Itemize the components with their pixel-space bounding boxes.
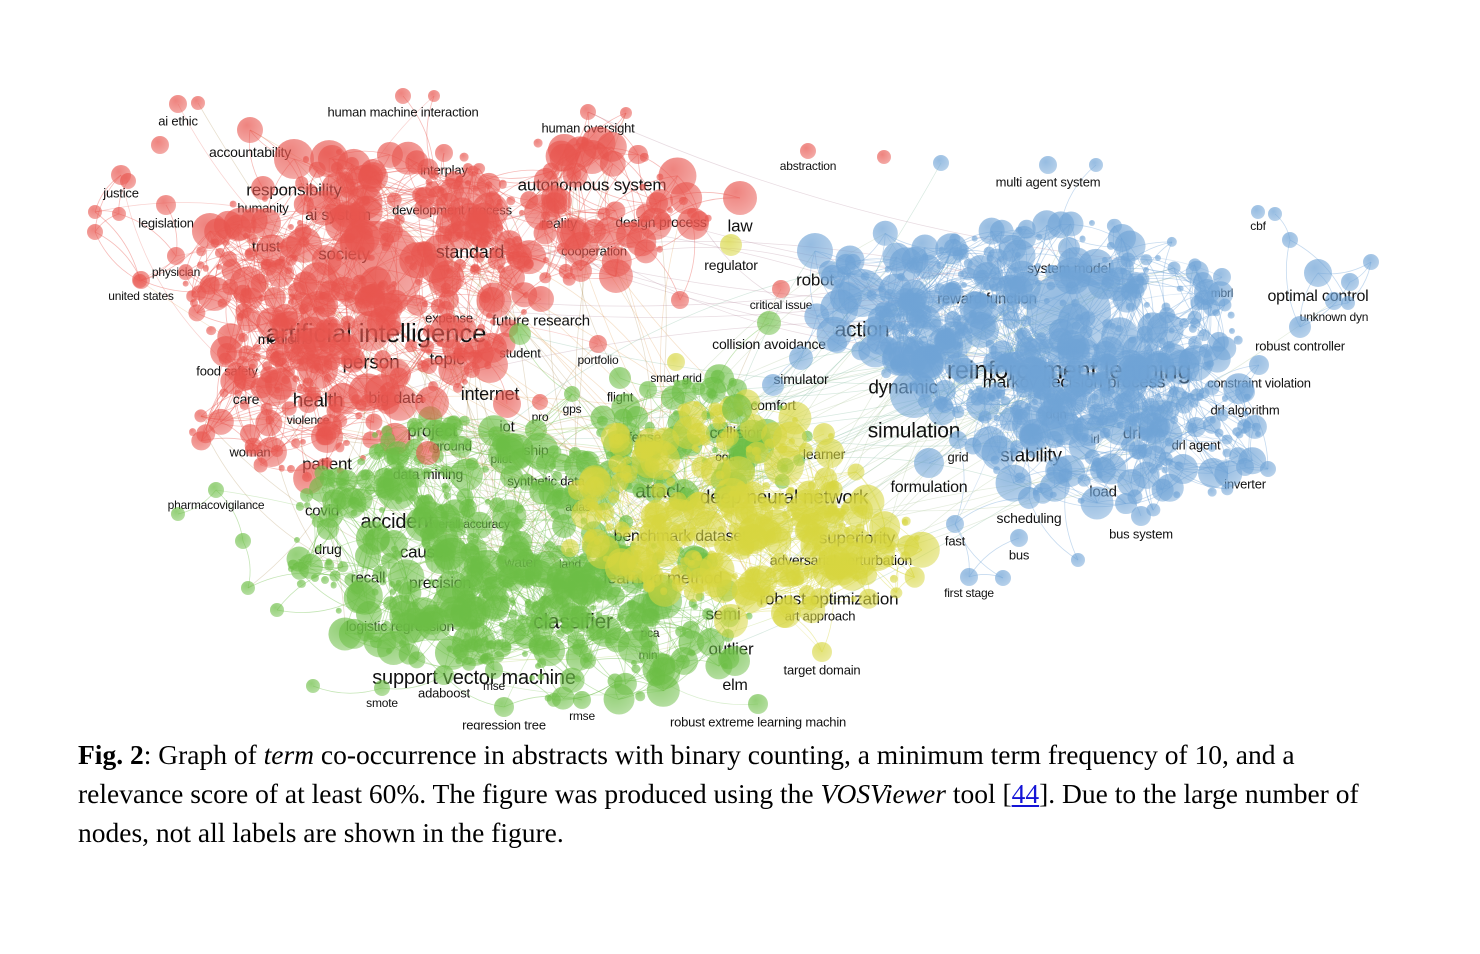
graph-edge — [1046, 224, 1131, 248]
graph-edge — [1274, 213, 1291, 241]
graph-edge — [1349, 261, 1372, 283]
graph-edge — [94, 213, 120, 233]
graph-edge — [614, 681, 619, 700]
figure-container: ai ethic human machine interaction human o… — [0, 0, 1480, 954]
graph-edge — [191, 296, 198, 314]
graph-edge — [247, 572, 335, 589]
graph-edge — [963, 248, 980, 269]
graph-edge — [660, 191, 741, 202]
graph-edge — [1250, 426, 1256, 461]
graph-edge — [242, 540, 251, 589]
graph-edge — [655, 661, 685, 678]
graph-edge — [679, 223, 696, 301]
graph-edge — [225, 287, 232, 337]
graph-edge — [94, 231, 141, 282]
graph-edge — [1286, 239, 1301, 328]
graph-edge — [503, 695, 583, 708]
graph-edge — [1064, 471, 1079, 561]
graph-edge — [276, 597, 360, 613]
graph-edge — [94, 231, 142, 281]
graph-edge — [345, 632, 377, 643]
graph-edge — [1097, 500, 1126, 504]
graph-edge — [895, 576, 915, 593]
graph-edge — [375, 268, 450, 301]
graph-edge — [1028, 497, 1079, 561]
graph-edge — [1135, 277, 1221, 295]
graph-edge — [1125, 468, 1184, 504]
graph-edge — [602, 418, 604, 422]
graph-edge — [957, 419, 1012, 441]
term-co-occurrence-graph: ai ethic human machine interaction human o… — [0, 0, 1480, 730]
graph-edge — [472, 171, 534, 577]
graph-edge — [954, 523, 1004, 579]
graph-edge — [954, 523, 970, 578]
graph-edge — [1168, 293, 1221, 348]
graph-edge — [1244, 426, 1255, 428]
